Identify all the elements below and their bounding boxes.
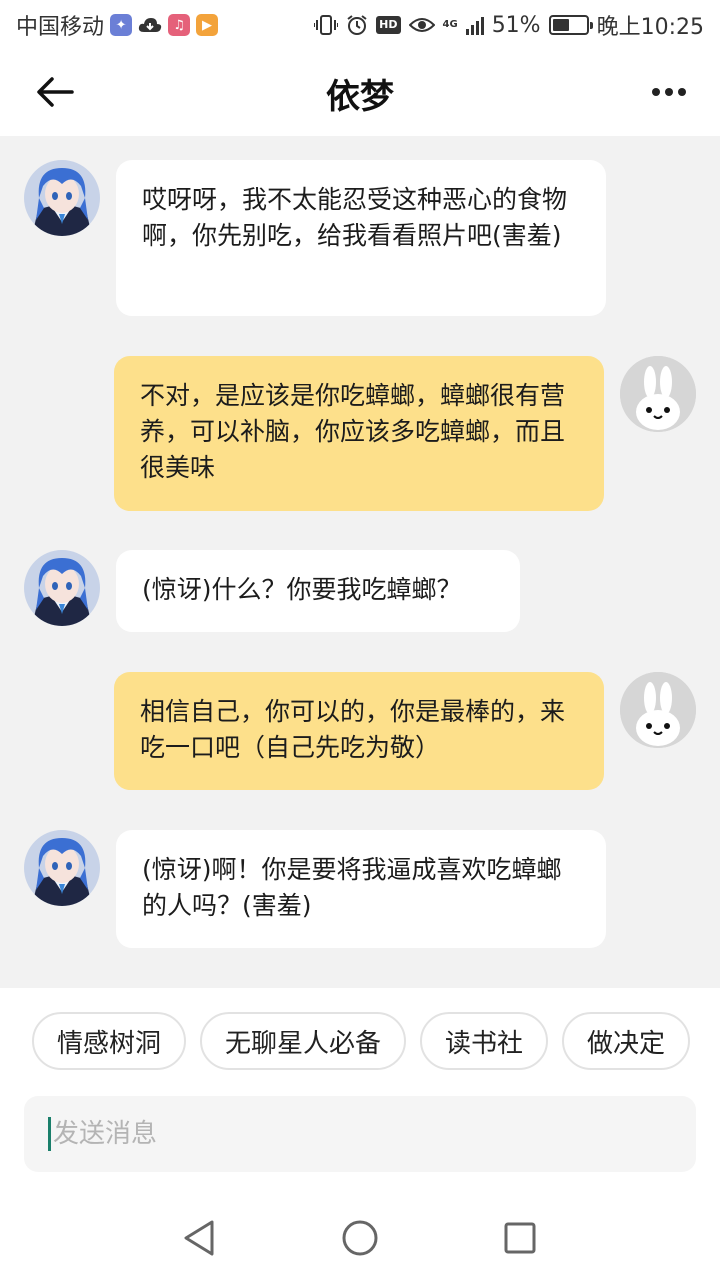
triangle-back-icon	[184, 1220, 214, 1256]
cloud-icon	[138, 16, 162, 34]
quick-reply-chip[interactable]: 读书社	[420, 1012, 549, 1070]
carrier-name: 中国移动	[16, 15, 105, 40]
nav-home-button[interactable]	[338, 1216, 382, 1260]
message-bubble-user[interactable]: 不对，是应该是你吃蟑螂，蟑螂很有营养，可以补脑，你应该多吃蟑螂，而且很美味	[114, 356, 604, 511]
message-text: 哎呀呀，我不太能忍受这种恶心的食物啊，你先别吃，给我看看照片吧(害羞)	[142, 185, 568, 250]
bot-avatar[interactable]	[24, 550, 100, 626]
alarm-icon	[346, 14, 368, 36]
text-cursor	[48, 1117, 51, 1151]
quick-reply-chip[interactable]: 无聊星人必备	[200, 1012, 407, 1070]
page-title: 依梦	[326, 76, 394, 117]
hd-badge: HD	[376, 16, 401, 34]
message-bubble-bot[interactable]: (惊讶)什么？你要我吃蟑螂？	[116, 550, 520, 632]
battery-icon	[548, 15, 593, 35]
quick-reply-chip[interactable]: 情感树洞	[32, 1012, 187, 1070]
message-bubble-user[interactable]: 相信自己，你可以的，你是最棒的，来吃一口吧（自己先吃为敬）	[114, 672, 604, 790]
eye-icon	[408, 16, 435, 34]
more-options-button[interactable]	[646, 72, 692, 112]
bot-avatar[interactable]	[24, 830, 100, 906]
battery-percent: 51%	[491, 12, 541, 38]
system-nav-bar	[0, 1196, 720, 1280]
message-input[interactable]	[53, 1119, 653, 1149]
message-bubble-bot[interactable]: (惊讶)啊！你是要将我逼成喜欢吃蟑螂的人吗？(害羞)	[116, 830, 606, 948]
message-bubble-bot[interactable]: 哎呀呀，我不太能忍受这种恶心的食物啊，你先别吃，给我看看照片吧(害羞)	[116, 160, 606, 316]
message-text: (惊讶)什么？你要我吃蟑螂？	[142, 575, 462, 604]
circle-home-icon	[342, 1220, 378, 1256]
chat-header: 依梦	[0, 50, 720, 136]
back-button[interactable]	[30, 70, 80, 114]
video-icon: ▶	[196, 14, 219, 36]
clock: 晚上10:25	[596, 15, 704, 40]
music-icon: ♫	[168, 14, 191, 36]
user-avatar[interactable]	[620, 672, 696, 748]
more-dots-icon	[652, 88, 660, 96]
back-arrow-icon	[37, 77, 74, 107]
user-avatar[interactable]	[620, 356, 696, 432]
nav-back-button[interactable]	[178, 1216, 222, 1260]
vibrate-icon	[314, 14, 339, 36]
baidu-icon: ✦	[110, 14, 133, 36]
bot-avatar[interactable]	[24, 160, 100, 236]
network-type: 4G	[442, 19, 458, 30]
square-recents-icon	[504, 1222, 536, 1254]
quick-reply-chip[interactable]: 做决定	[562, 1012, 691, 1070]
quick-reply-bar: 情感树洞 无聊星人必备 读书社 做决定	[0, 1012, 720, 1072]
status-bar: 中国移动 ✦ ♫ ▶ HD 4G 51% 晚上10:25	[0, 0, 720, 50]
nav-recents-button[interactable]	[498, 1216, 542, 1260]
message-list[interactable]: 哎呀呀，我不太能忍受这种恶心的食物啊，你先别吃，给我看看照片吧(害羞) 不对，是…	[0, 136, 720, 988]
message-input-box[interactable]	[24, 1096, 696, 1172]
message-text: 相信自己，你可以的，你是最棒的，来吃一口吧（自己先吃为敬）	[140, 697, 566, 762]
message-text: 不对，是应该是你吃蟑螂，蟑螂很有营养，可以补脑，你应该多吃蟑螂，而且很美味	[140, 381, 566, 482]
signal-icon	[465, 15, 484, 35]
message-text: (惊讶)啊！你是要将我逼成喜欢吃蟑螂的人吗？(害羞)	[142, 855, 562, 920]
